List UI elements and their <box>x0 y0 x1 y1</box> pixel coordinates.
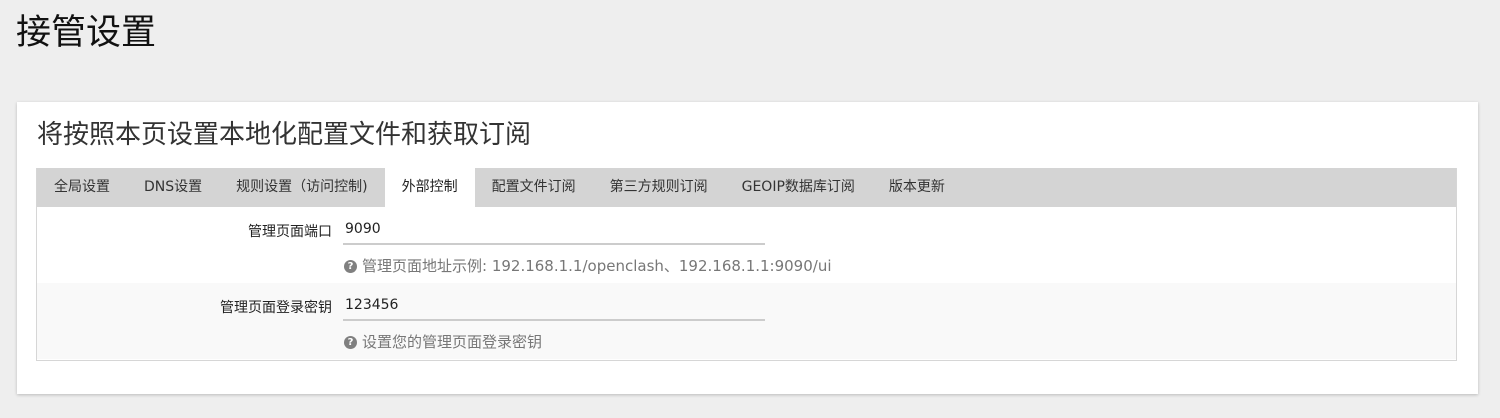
tab-geoip-subscription[interactable]: GEOIP数据库订阅 <box>725 168 872 207</box>
tab-config-subscription[interactable]: 配置文件订阅 <box>475 168 593 207</box>
tab-rule-settings[interactable]: 规则设置（访问控制) <box>219 168 384 207</box>
secret-label: 管理页面登录密钥 <box>220 300 332 316</box>
secret-row: 管理页面登录密钥 ? 设置您的管理页面登录密钥 <box>37 283 1456 359</box>
settings-panel: 将按照本页设置本地化配置文件和获取订阅 全局设置 DNS设置 规则设置（访问控制… <box>17 102 1478 394</box>
tab-bar: 全局设置 DNS设置 规则设置（访问控制) 外部控制 配置文件订阅 第三方规则订… <box>37 168 1456 207</box>
tab-third-party-rules[interactable]: 第三方规则订阅 <box>593 168 725 207</box>
port-row: 管理页面端口 ? 管理页面地址示例: 192.168.1.1/openclash… <box>37 207 1456 283</box>
tab-version-update[interactable]: 版本更新 <box>872 168 962 207</box>
port-input[interactable] <box>343 215 765 245</box>
page-title: 接管设置 <box>16 13 157 53</box>
port-label: 管理页面端口 <box>248 224 332 240</box>
tab-global-settings[interactable]: 全局设置 <box>37 168 127 207</box>
secret-help: ? 设置您的管理页面登录密钥 <box>344 333 542 351</box>
secret-help-text: 设置您的管理页面登录密钥 <box>362 333 543 351</box>
tab-external-control[interactable]: 外部控制 <box>384 168 475 207</box>
panel-title: 将按照本页设置本地化配置文件和获取订阅 <box>37 120 532 150</box>
tab-container: 全局设置 DNS设置 规则设置（访问控制) 外部控制 配置文件订阅 第三方规则订… <box>36 168 1457 361</box>
question-circle-icon: ? <box>344 259 357 273</box>
tab-dns-settings[interactable]: DNS设置 <box>127 168 219 207</box>
secret-input[interactable] <box>343 291 765 321</box>
port-help-text: 管理页面地址示例: 192.168.1.1/openclash、192.168.… <box>362 257 832 275</box>
question-circle-icon: ? <box>344 335 357 349</box>
port-help: ? 管理页面地址示例: 192.168.1.1/openclash、192.16… <box>344 257 832 275</box>
